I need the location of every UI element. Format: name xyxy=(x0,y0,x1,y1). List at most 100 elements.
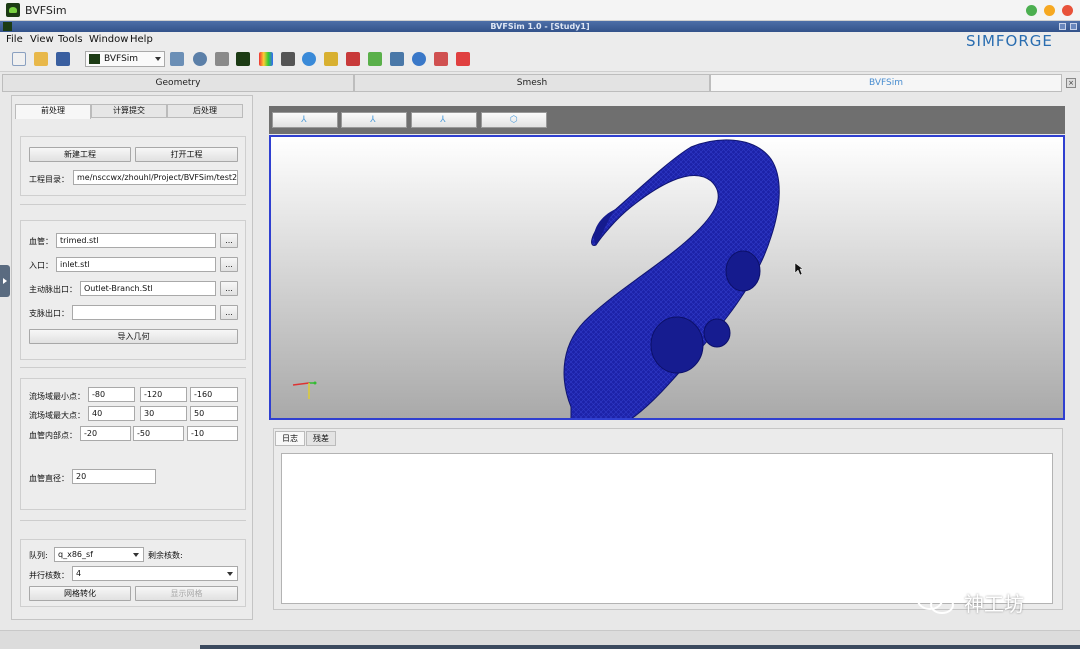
plugin-icon[interactable] xyxy=(215,52,229,66)
tab-residual[interactable]: 残差 xyxy=(306,431,336,446)
watermark-text: 神工坊 xyxy=(964,592,1024,616)
app-titlebar: BVFSim 1.0 - [Study1] xyxy=(0,21,1080,32)
close-button[interactable] xyxy=(1062,5,1073,16)
outlet-cap xyxy=(703,318,731,348)
domain-min-z[interactable]: -160 xyxy=(190,387,238,402)
menu-window[interactable]: Window xyxy=(89,34,128,45)
axis-z-icon: ⅄ xyxy=(440,115,446,125)
view-z-button[interactable]: ⅄ xyxy=(411,112,477,128)
menu-file[interactable]: File xyxy=(6,34,23,45)
taskbar xyxy=(200,645,1080,649)
queue-label: 队列: xyxy=(29,551,48,560)
open-folder-icon[interactable] xyxy=(34,52,48,66)
aorta-outlet-label: 主动脉出口： xyxy=(29,285,77,294)
tab-bvfsim[interactable]: BVFSim xyxy=(710,74,1062,92)
view-iso-button[interactable]: ⬡ xyxy=(481,112,547,128)
app-icon xyxy=(6,3,20,17)
chat-bubble-icon xyxy=(917,590,954,614)
domain-max-y[interactable]: 30 xyxy=(140,406,187,421)
domain-min-y[interactable]: -120 xyxy=(140,387,187,402)
save-icon[interactable] xyxy=(56,52,70,66)
menu-help[interactable]: Help xyxy=(130,34,153,45)
outlet-cap xyxy=(650,316,704,374)
queue-select-value: q_x86_sf xyxy=(58,550,93,559)
menu-bar: File View Tools Window Help xyxy=(0,32,1080,47)
scissors-icon[interactable] xyxy=(456,52,470,66)
queue-select[interactable]: q_x86_sf xyxy=(54,547,144,562)
module-select[interactable]: BVFSim xyxy=(85,51,165,67)
domain-max-x[interactable]: 40 xyxy=(88,406,135,421)
aorta-outlet-input[interactable]: Outlet-Branch.Stl xyxy=(80,281,216,296)
panel-toggle-handle[interactable] xyxy=(0,265,10,297)
tab-log[interactable]: 日志 xyxy=(275,431,305,446)
diameter-input[interactable]: 20 xyxy=(72,469,156,484)
tab-submit[interactable]: 计算提交 xyxy=(91,104,167,118)
3d-viewport[interactable] xyxy=(269,135,1065,420)
divider xyxy=(20,204,246,205)
chevron-down-icon xyxy=(133,553,139,557)
module-icon xyxy=(89,54,100,64)
browse-aorta-button[interactable]: ... xyxy=(220,281,238,296)
menu-tools[interactable]: Tools xyxy=(58,34,83,45)
vessel-input[interactable]: trimed.stl xyxy=(56,233,216,248)
domain-min-label: 流场域最小点： xyxy=(29,392,85,401)
dump-study-icon[interactable] xyxy=(170,52,184,66)
branch-outlet-label: 支脉出口： xyxy=(29,309,69,318)
browse-inlet-button[interactable]: ... xyxy=(220,257,238,272)
menu-view[interactable]: View xyxy=(30,34,54,45)
close-tab-icon[interactable]: × xyxy=(1066,78,1076,88)
cut-icon[interactable] xyxy=(346,52,360,66)
project-dir-label: 工程目录： xyxy=(29,175,69,184)
inlet-input[interactable]: inlet.stl xyxy=(56,257,216,272)
new-project-button[interactable]: 新建工程 xyxy=(29,147,131,162)
module-select-value: BVFSim xyxy=(104,54,139,64)
mesh-convert-button[interactable]: 网格转化 xyxy=(29,586,131,601)
import-geometry-button[interactable]: 导入几何 xyxy=(29,329,238,344)
gear-icon[interactable] xyxy=(412,52,426,66)
cores-select[interactable]: 4 xyxy=(72,566,238,581)
inner-point-label: 血管内部点： xyxy=(29,431,77,440)
log-output xyxy=(281,453,1053,604)
globe-icon[interactable] xyxy=(302,52,316,66)
inner-point-z[interactable]: -10 xyxy=(187,426,238,441)
app-title: BVFSim 1.0 - [Study1] xyxy=(490,22,590,31)
browse-branch-button[interactable]: ... xyxy=(220,305,238,320)
mesh-icon[interactable] xyxy=(281,52,295,66)
restore-icon[interactable] xyxy=(1059,23,1066,30)
load-script-icon[interactable] xyxy=(193,52,207,66)
view-y-button[interactable]: ⅄ xyxy=(341,112,407,128)
paint-icon[interactable] xyxy=(324,52,338,66)
domain-max-z[interactable]: 50 xyxy=(190,406,238,421)
domain-min-x[interactable]: -80 xyxy=(88,387,135,402)
module-tabs: Geometry Smesh BVFSim xyxy=(0,74,1080,92)
tab-preprocess[interactable]: 前处理 xyxy=(15,104,91,119)
tab-smesh[interactable]: Smesh xyxy=(354,74,710,92)
maximize-icon[interactable] xyxy=(1070,23,1077,30)
divider xyxy=(20,520,246,521)
maximize-button[interactable] xyxy=(1044,5,1055,16)
probe-icon[interactable] xyxy=(434,52,448,66)
cores-select-value: 4 xyxy=(76,569,82,578)
mouse-cursor-icon xyxy=(794,262,804,276)
domain-max-label: 流场域最大点： xyxy=(29,411,85,420)
inner-point-y[interactable]: -50 xyxy=(133,426,184,441)
outlet-cap xyxy=(725,250,761,292)
table-icon[interactable] xyxy=(390,52,404,66)
project-dir-input[interactable]: me/nsccwx/zhouhl/Project/BVFSim/test2 xyxy=(73,170,238,185)
color-map-icon[interactable] xyxy=(259,52,273,66)
app-small-icon xyxy=(3,22,12,31)
minimize-button[interactable] xyxy=(1026,5,1037,16)
view-x-button[interactable]: ⅄ xyxy=(272,112,338,128)
inner-point-x[interactable]: -20 xyxy=(80,426,131,441)
tab-postprocess[interactable]: 后处理 xyxy=(167,104,243,118)
branch-outlet-input[interactable] xyxy=(72,305,216,320)
browse-vessel-button[interactable]: ... xyxy=(220,233,238,248)
show-mesh-button[interactable]: 显示网格 xyxy=(135,586,238,601)
axis-y-icon: ⅄ xyxy=(370,115,376,125)
cube-icon[interactable] xyxy=(368,52,382,66)
new-file-icon[interactable] xyxy=(12,52,26,66)
tab-geometry[interactable]: Geometry xyxy=(2,74,354,92)
open-project-button[interactable]: 打开工程 xyxy=(135,147,238,162)
window-titlebar: BVFSim xyxy=(0,0,1080,21)
chevron-down-icon xyxy=(155,57,161,61)
